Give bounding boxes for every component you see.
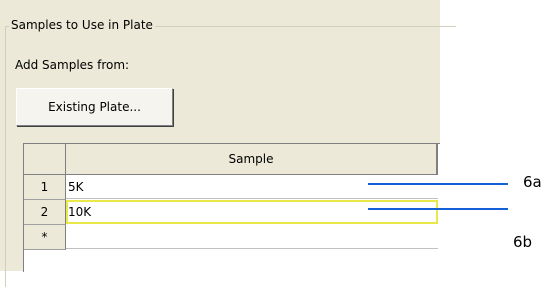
callout-label-6b: 6b xyxy=(513,233,533,251)
callout-line-6b xyxy=(368,208,508,210)
grid-corner-header[interactable] xyxy=(24,144,66,175)
sample-cell-2[interactable]: 10K xyxy=(66,200,438,224)
sample-cell-1[interactable]: 5K xyxy=(66,175,438,199)
callout-label-6a: 6a xyxy=(523,173,542,191)
existing-plate-button[interactable]: Existing Plate... xyxy=(16,88,173,126)
sample-column-header[interactable]: Sample xyxy=(66,144,438,175)
callout-line-6a xyxy=(368,183,508,185)
groupbox-title: Samples to Use in Plate xyxy=(9,18,155,33)
add-samples-label: Add Samples from: xyxy=(15,58,130,72)
row-header-1[interactable]: 1 xyxy=(24,175,66,200)
new-row-header[interactable]: * xyxy=(24,225,66,250)
new-row-cell[interactable] xyxy=(66,225,438,249)
row-header-2[interactable]: 2 xyxy=(24,200,66,225)
